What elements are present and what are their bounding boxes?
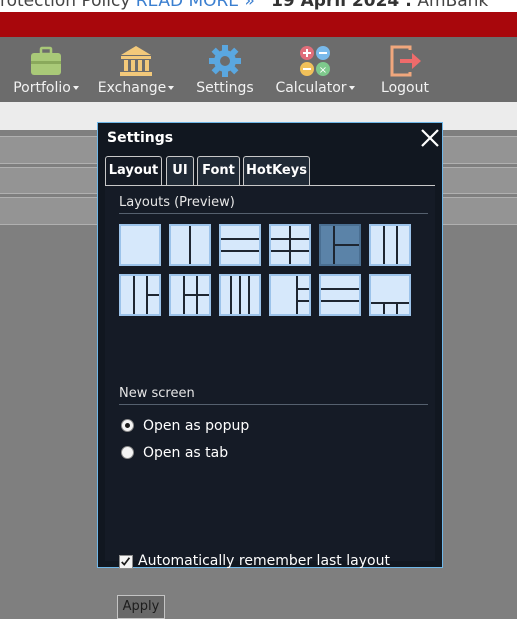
chevron-down-icon (72, 86, 79, 90)
svg-text:×: × (319, 65, 327, 76)
ticker-text: rotection Policy READ MORE » 19 April 20… (0, 0, 488, 11)
toolbar-calculator-label: Calculator (275, 80, 347, 96)
remember-layout-label: Automatically remember last layout (138, 553, 390, 569)
section-divider (119, 213, 428, 214)
toolbar-exchange-label: Exchange (97, 80, 167, 96)
tab-layout[interactable]: Layout (105, 156, 162, 186)
logout-icon (390, 45, 421, 77)
tab-font[interactable]: Font (197, 156, 240, 186)
toolbar-logout[interactable]: Logout (372, 37, 438, 102)
toolbar-logout-label: Logout (381, 80, 429, 96)
gear-icon (209, 45, 241, 77)
layout-option-2[interactable] (169, 224, 211, 266)
close-icon[interactable] (419, 127, 441, 149)
briefcase-icon (31, 46, 61, 75)
chevron-down-icon (348, 86, 355, 90)
open-as-tab-label: Open as tab (143, 445, 229, 461)
new-screen-section-title: New screen (119, 386, 195, 401)
layout-option-9[interactable] (219, 274, 261, 316)
checkmark-icon (121, 557, 131, 566)
chevron-down-icon (168, 86, 175, 90)
layout-option-1[interactable] (119, 224, 161, 266)
toolbar-settings-label: Settings (196, 80, 254, 96)
toolbar-portfolio-label: Portfolio (13, 80, 71, 96)
layout-option-5-selected[interactable] (319, 224, 361, 266)
open-as-popup-label: Open as popup (143, 418, 250, 434)
remember-layout-checkbox[interactable] (119, 555, 133, 569)
calculator-icon: × (300, 46, 330, 76)
toolbar-settings[interactable]: Settings (190, 37, 260, 102)
tab-hotkeys[interactable]: HotKeys (243, 156, 310, 186)
layout-option-11[interactable] (319, 274, 361, 316)
news-ticker: rotection Policy READ MORE » 19 April 20… (0, 0, 517, 12)
layout-option-8[interactable] (169, 274, 211, 316)
layout-option-10[interactable] (269, 274, 311, 316)
layout-option-6[interactable] (369, 224, 411, 266)
main-toolbar: Portfolio Exchange Settings × Calculator… (0, 37, 517, 102)
layout-option-12[interactable] (369, 274, 411, 316)
toolbar-exchange[interactable]: Exchange (94, 37, 178, 102)
ticker-headline-2: AmBank (417, 0, 489, 11)
toolbar-portfolio[interactable]: Portfolio (8, 37, 84, 102)
settings-dialog: Settings Layout UI Font HotKeys Layouts … (97, 122, 443, 619)
header-bar (0, 12, 517, 37)
apply-button[interactable]: Apply (117, 595, 165, 619)
dialog-title: Settings (107, 130, 174, 146)
toolbar-calculator[interactable]: × Calculator (272, 37, 358, 102)
open-as-tab-radio[interactable] (121, 446, 134, 459)
layout-option-3[interactable] (219, 224, 261, 266)
tab-ui[interactable]: UI (166, 156, 194, 186)
layout-option-4[interactable] (269, 224, 311, 266)
ticker-date: 19 April 2024 : (271, 0, 412, 11)
layout-option-7[interactable] (119, 274, 161, 316)
ticker-headline: rotection Policy (0, 0, 131, 11)
bank-icon (120, 46, 152, 76)
read-more-link[interactable]: READ MORE » (136, 0, 255, 11)
section-divider (119, 404, 428, 405)
layouts-section-title: Layouts (Preview) (119, 195, 235, 210)
open-as-popup-radio[interactable] (121, 419, 134, 432)
layout-panel: Layouts (Preview) New screen Open as pop… (105, 185, 435, 619)
